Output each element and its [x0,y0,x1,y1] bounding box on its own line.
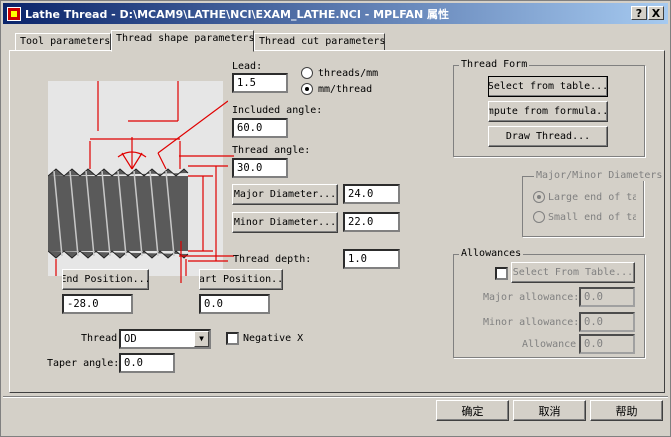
app-icon [7,6,21,21]
threads-per-mm-radio[interactable] [301,67,313,79]
thread-type-value: OD [124,333,137,345]
allowances-title: Allowances [459,248,524,259]
chevron-down-icon[interactable]: ▼ [194,331,209,347]
negative-x-checkbox[interactable] [226,332,239,345]
thread-type-label: Thread [81,333,118,344]
ok-button[interactable]: 确定 [436,400,509,421]
minor-allowance-label: Minor allowance: [483,317,580,328]
tab-thread-shape-parameters[interactable]: Thread shape parameters [111,30,254,52]
help-title-button[interactable]: ? [631,6,647,20]
major-diameter-input[interactable]: 24.0 [343,184,400,204]
minor-diameter-button[interactable]: Minor Diameter... [232,212,338,233]
allowances-select-table-button[interactable]: Select From Table... [511,262,635,283]
thread-angle-input[interactable]: 30.0 [232,158,288,178]
thread-depth-input[interactable]: 1.0 [343,249,400,269]
cancel-button[interactable]: 取消 [513,400,586,421]
mm-per-thread-radio[interactable] [301,83,313,95]
window-title: Lathe Thread - D:\MCAM9\LATHE\NCI\EXAM_L… [25,7,449,21]
draw-thread-button[interactable]: Draw Thread... [488,126,608,147]
taper-angle-input[interactable]: 0.0 [119,353,175,373]
negative-x-label: Negative X [243,333,304,344]
minor-allowance-input[interactable]: 0.0 [579,312,635,332]
large-end-label: Large end of taj [548,192,636,203]
end-position-input[interactable]: -28.0 [62,294,133,314]
thread-depth-label: Thread depth: [233,254,312,265]
small-end-radio[interactable] [533,211,545,223]
select-from-table-button[interactable]: Select from table... [488,76,608,97]
thread-profile [48,168,189,259]
start-position-button[interactable]: tart Position... [199,269,283,290]
title-bar[interactable]: Lathe Thread - D:\MCAM9\LATHE\NCI\EXAM_L… [3,3,668,24]
major-minor-group [522,176,644,237]
taper-angle-label: Taper angle: [47,358,120,369]
thread-type-select[interactable]: OD ▼ [119,329,211,349]
major-minor-title: Major/Minor Diameters [534,170,665,181]
allowance-label: Allowance [522,339,577,350]
allowance-input[interactable]: 0.0 [579,334,635,354]
thread-form-title: Thread Form [459,59,530,70]
end-position-button[interactable]: End Position... [62,269,149,290]
help-button[interactable]: 帮助 [590,400,663,421]
allowances-checkbox[interactable] [495,267,508,280]
minor-diameter-input[interactable]: 22.0 [343,212,400,232]
mm-per-thread-label: mm/thread [318,84,373,95]
included-angle-label: Included angle: [232,105,323,116]
tab-thread-cut-parameters[interactable]: Thread cut parameters [254,33,385,51]
dialog-window: Lathe Thread - D:\MCAM9\LATHE\NCI\EXAM_L… [0,0,671,437]
large-end-radio[interactable] [533,191,545,203]
leader-lines [179,155,234,283]
major-allowance-input[interactable]: 0.0 [579,287,635,307]
thread-angle-label: Thread angle: [232,145,311,156]
close-icon[interactable]: X [648,6,664,20]
lead-input[interactable]: 1.5 [232,73,288,93]
start-position-input[interactable]: 0.0 [199,294,270,314]
major-allowance-label: Major allowance: [483,292,580,303]
major-diameter-button[interactable]: Major Diameter... [232,184,338,205]
included-angle-input[interactable]: 60.0 [232,118,288,138]
tab-tool-parameters[interactable]: Tool parameters [15,33,111,51]
small-end-label: Small end of taj [548,212,636,223]
footer-separator [3,396,668,398]
threads-per-mm-label: threads/mm [318,68,379,79]
lead-label: Lead: [232,61,263,72]
compute-from-formula-button[interactable]: ompute from formula... [488,101,608,122]
